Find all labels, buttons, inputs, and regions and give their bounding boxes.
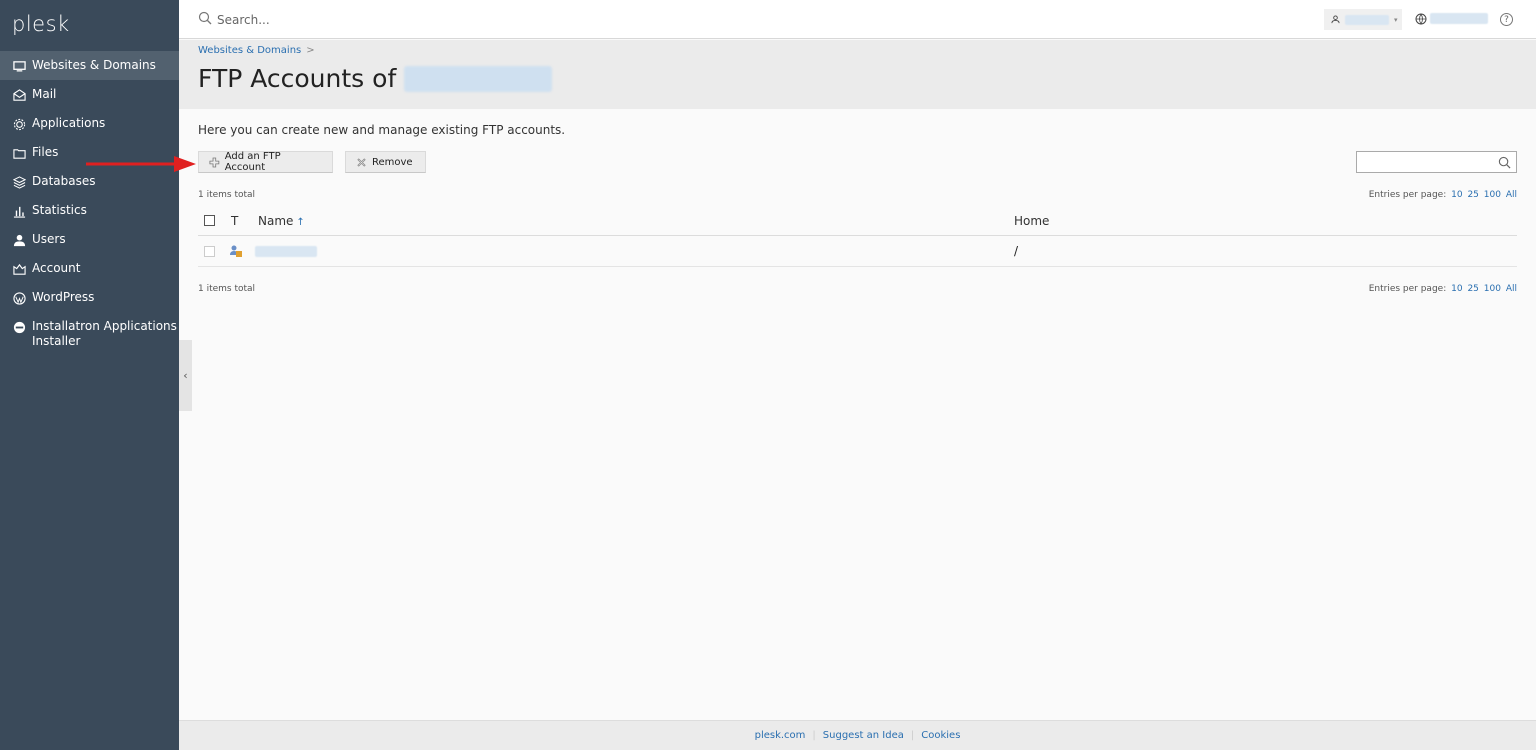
global-search[interactable]: Search... [198,11,270,28]
entries-all-link[interactable]: All [1506,190,1517,200]
entries-label: Entries per page: [1368,190,1447,200]
entries-all-link[interactable]: All [1506,284,1517,294]
search-icon [198,11,217,28]
footer-link-suggest-idea[interactable]: Suggest an Idea [816,730,911,741]
items-total: 1 items total [198,190,256,200]
table-header: T Name ↑ Home [198,209,1517,236]
plesk-logo[interactable]: plesk [0,0,179,51]
sidebar-item-label: Files [32,145,59,159]
row-checkbox[interactable] [204,246,215,257]
help-icon[interactable]: ? [1500,13,1513,26]
entries-per-page: Entries per page: 10 25 100 All [1369,190,1517,200]
list-search-input[interactable] [1356,151,1517,173]
layers-icon [12,175,26,189]
remove-icon [357,157,366,167]
subscription-redacted[interactable] [1430,13,1488,24]
folder-icon [12,146,26,160]
column-name-label: Name [258,214,294,228]
search-icon [1498,156,1511,169]
chevron-down-icon: ▾ [1394,15,1398,24]
entries-per-page-bottom: Entries per page: 10 25 100 All [1369,284,1517,294]
sidebar-item-applications[interactable]: Applications [0,109,179,138]
monitor-icon [12,59,26,73]
page-title-text: FTP Accounts of [198,64,397,93]
domain-name-redacted [404,65,553,92]
wordpress-icon [12,291,26,305]
footer-link-plesk[interactable]: plesk.com [748,730,813,741]
globe-icon[interactable] [1415,13,1427,25]
remove-button[interactable]: Remove [345,151,426,173]
bar-chart-icon [12,204,26,218]
gear-icon [12,117,26,131]
breadcrumb: Websites & Domains > [198,45,315,56]
sidebar: plesk Websites & Domains Mail Applicatio… [0,0,179,750]
sidebar-item-label: Installatron Applications Installer [32,319,177,348]
account-icon [12,262,26,276]
ftp-account-name-redacted[interactable] [255,246,317,257]
page-title: FTP Accounts of [198,64,553,93]
footer-link-cookies[interactable]: Cookies [914,730,967,741]
sidebar-item-users[interactable]: Users [0,225,179,254]
plus-icon [209,157,220,167]
installatron-icon [12,320,26,334]
entries-10-link[interactable]: 10 [1451,284,1462,294]
sidebar-item-label: Users [32,232,66,246]
sidebar-item-wordpress[interactable]: WordPress [0,283,179,312]
sidebar-item-label: Account [32,261,81,275]
items-total-bottom: 1 items total [198,284,256,294]
breadcrumb-separator: > [306,45,315,56]
sidebar-item-label: WordPress [32,290,95,304]
user-icon [1331,15,1340,24]
table-row: / [198,236,1517,267]
entries-label: Entries per page: [1368,284,1447,294]
footer: plesk.com | Suggest an Idea | Cookies [179,720,1536,750]
sidebar-collapse-button[interactable]: ‹ [179,340,192,411]
entries-25-link[interactable]: 25 [1467,284,1478,294]
row-home: / [1014,244,1019,258]
page-hint: Here you can create new and manage exist… [198,123,566,137]
column-name[interactable]: Name ↑ [258,214,305,228]
sidebar-item-label: Statistics [32,203,87,217]
sidebar-item-installatron[interactable]: Installatron Applications Installer [0,312,179,357]
user-menu[interactable]: ▾ [1324,9,1402,30]
mail-icon [12,88,26,102]
column-home[interactable]: Home [1014,214,1049,228]
entries-100-link[interactable]: 100 [1484,284,1501,294]
annotation-arrow-icon [86,156,196,172]
sidebar-item-label: Databases [32,174,96,188]
select-all-checkbox[interactable] [204,215,215,226]
ftp-user-icon [230,245,242,257]
sidebar-item-mail[interactable]: Mail [0,80,179,109]
breadcrumb-link[interactable]: Websites & Domains [198,45,301,56]
sidebar-item-websites-domains[interactable]: Websites & Domains [0,51,179,80]
sidebar-item-statistics[interactable]: Statistics [0,196,179,225]
sidebar-item-label: Mail [32,87,57,101]
sort-ascending-icon: ↑ [296,217,305,228]
entries-25-link[interactable]: 25 [1467,190,1478,200]
chevron-left-icon: ‹ [183,369,188,382]
add-ftp-account-label: Add an FTP Account [224,151,281,173]
entries-100-link[interactable]: 100 [1484,190,1501,200]
sidebar-item-label: Applications [32,116,106,130]
remove-label: Remove [372,156,413,168]
username-redacted [1345,14,1389,25]
search-input[interactable]: Search... [217,13,270,27]
user-icon [12,233,26,247]
add-ftp-account-button[interactable]: Add an FTP Account [198,151,333,173]
entries-10-link[interactable]: 10 [1451,190,1462,200]
column-type[interactable]: T [231,214,238,228]
page-header: Websites & Domains > FTP Accounts of [179,40,1536,109]
topbar: Search... ▾ ? [179,0,1536,39]
sidebar-item-account[interactable]: Account [0,254,179,283]
sidebar-item-label: Websites & Domains [32,58,156,72]
